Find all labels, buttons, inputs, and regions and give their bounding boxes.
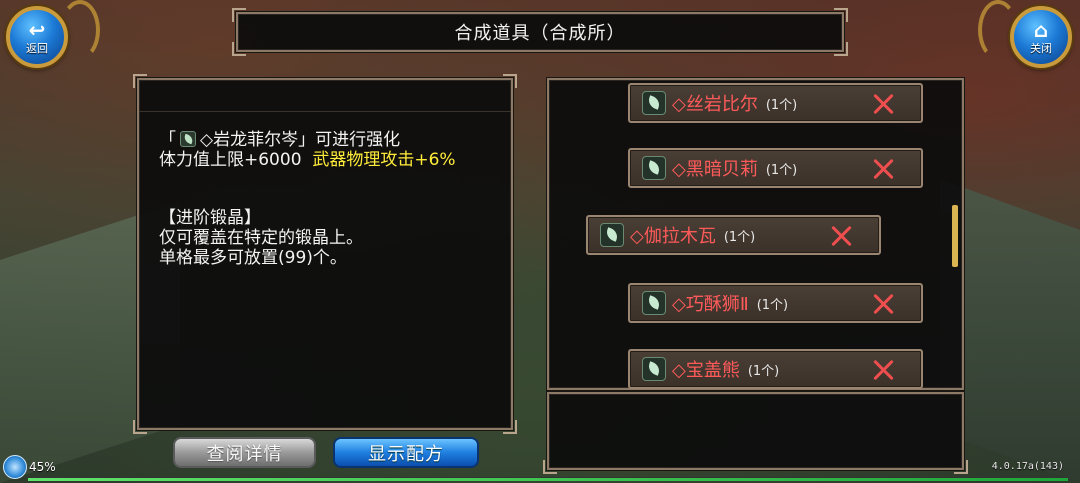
remove-icon[interactable]: [871, 156, 897, 182]
attack-bonus-text: 武器物理攻击+6%: [312, 150, 456, 170]
battery-percent: 45%: [29, 460, 56, 474]
progress-fill: [28, 478, 1068, 481]
item-name: ◇宝盖熊: [672, 360, 740, 381]
leaf-crystal-icon: [642, 291, 666, 315]
list-item[interactable]: ◇黑暗贝莉 (1个): [628, 148, 923, 188]
title-bar: 合成道具（合成所）: [232, 8, 848, 56]
description-line-1: 「◇岩龙菲尔岑」可进行强化: [159, 130, 401, 150]
remove-icon[interactable]: [829, 223, 855, 249]
show-recipe-button[interactable]: 显示配方: [333, 437, 479, 468]
page-title: 合成道具（合成所）: [454, 23, 626, 44]
back-button[interactable]: ↩ 返回: [6, 6, 68, 68]
status-icon: [3, 455, 27, 479]
description-line-4: 仅可覆盖在特定的锻晶上。: [159, 228, 363, 248]
item-count: (1个): [765, 97, 798, 113]
leaf-crystal-icon: [642, 91, 666, 115]
back-button-label: 返回: [26, 41, 48, 55]
list-item[interactable]: ◇丝岩比尔 (1个): [628, 83, 923, 123]
home-icon: ⌂: [1033, 17, 1049, 42]
view-details-button[interactable]: 查阅详情: [173, 437, 316, 468]
leaf-crystal-icon: [642, 156, 666, 180]
list-item-selected[interactable]: ◇伽拉木瓦 (1个): [586, 215, 881, 255]
leaf-crystal-icon: [642, 357, 666, 381]
remove-icon[interactable]: [871, 91, 897, 117]
description-line-2: 体力值上限+6000 武器物理攻击+6%: [159, 150, 456, 170]
close-button-label: 关闭: [1030, 41, 1052, 55]
item-count: (1个): [723, 229, 756, 245]
item-name: ◇巧酥狮Ⅱ: [672, 294, 749, 315]
item-count: (1个): [756, 297, 789, 313]
description-line-5: 单格最多可放置(99)个。: [159, 248, 347, 268]
description-line-3: 【进阶锻晶】: [159, 208, 261, 228]
leaf-crystal-icon: [180, 131, 196, 147]
material-list-footer: [543, 392, 968, 474]
item-count: (1个): [765, 162, 798, 178]
leaf-crystal-icon: [600, 223, 624, 247]
item-name: ◇丝岩比尔: [672, 94, 758, 115]
list-scrollbar[interactable]: [952, 205, 958, 267]
description-header: [139, 80, 511, 112]
item-name: ◇伽拉木瓦: [630, 226, 716, 247]
remove-icon[interactable]: [871, 357, 897, 383]
item-name: ◇黑暗贝莉: [672, 159, 758, 180]
back-arrow-icon: ↩: [28, 17, 46, 42]
item-count: (1个): [747, 363, 780, 379]
item-description-panel: 「◇岩龙菲尔岑」可进行强化 体力值上限+6000 武器物理攻击+6% 【进阶锻晶…: [133, 74, 517, 434]
list-item[interactable]: ◇巧酥狮Ⅱ (1个): [628, 283, 923, 323]
version-label: 4.0.17a(143): [991, 461, 1064, 472]
remove-icon[interactable]: [871, 291, 897, 317]
progress-bar: [28, 477, 1068, 481]
list-item[interactable]: ◇宝盖熊 (1个): [628, 349, 923, 389]
close-button[interactable]: ⌂ 关闭: [1010, 6, 1072, 68]
description-text: 「◇岩龙菲尔岑」可进行强化 体力值上限+6000 武器物理攻击+6% 【进阶锻晶…: [159, 130, 499, 268]
